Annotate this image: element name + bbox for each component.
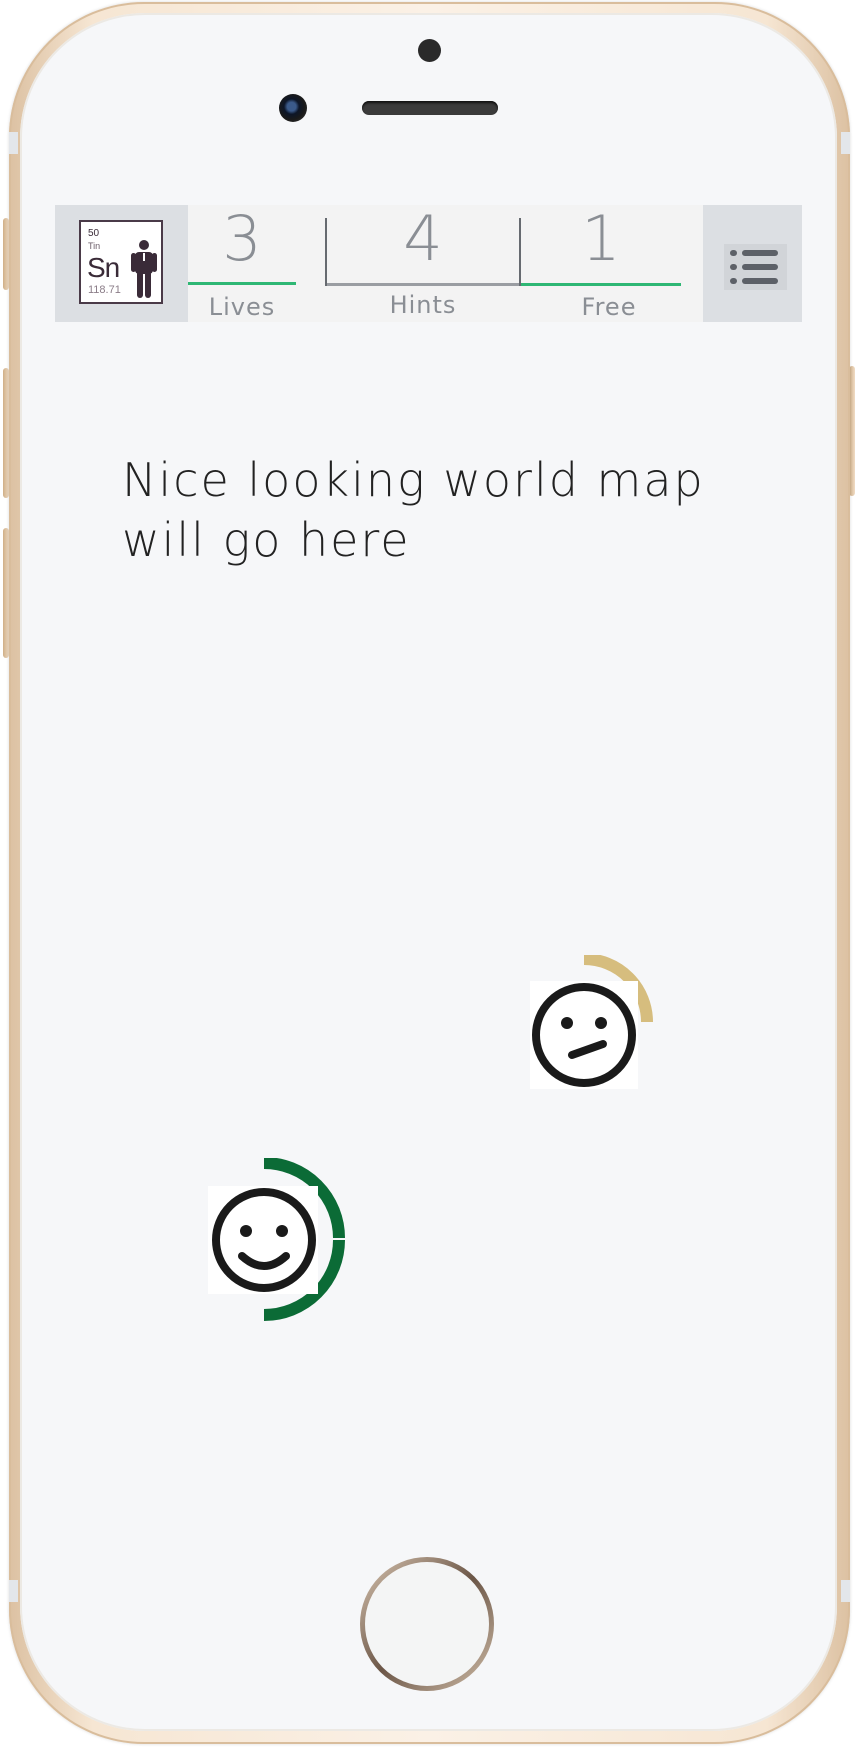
map-placeholder-line2: will go here [122,513,411,567]
logo-atomic-mass: 118.71 [88,284,121,296]
app-logo[interactable]: 50 Tin Sn 118.71 [79,220,163,304]
proximity-sensor [418,39,441,62]
phone-mockup: 50 Tin Sn 118.71 3 Lives 4 Hints 1 Free … [0,0,857,1747]
map-marker-neutral[interactable] [528,955,668,1095]
hints-stat[interactable]: 4 [326,208,520,270]
hints-value: 4 [403,202,443,275]
lives-bar [188,282,296,285]
logo-atomic-number: 50 [88,228,100,239]
antenna-band [9,132,18,154]
antenna-band [841,1580,850,1602]
lives-label: Lives [208,293,276,321]
hints-bar [327,283,520,286]
home-button-face [365,1562,489,1686]
free-bar [521,283,681,286]
map-marker-smiley[interactable] [206,1158,346,1323]
free-label: Free [581,293,637,321]
lives-stat[interactable]: 3 [188,208,296,270]
hints-label: Hints [389,291,457,319]
free-label-wrap: Free [521,294,697,320]
lives-label-wrap: Lives [188,294,296,320]
antenna-band [9,1580,18,1602]
free-stat[interactable]: 1 [521,208,681,270]
map-placeholder: Nice looking world map will go here [122,450,742,570]
person-icon [131,240,157,298]
logo-element-name: Tin [88,241,101,251]
logo-symbol: Sn [87,252,120,283]
hints-label-wrap: Hints [326,292,520,318]
map-placeholder-line1: Nice looking world map [122,453,705,507]
home-button[interactable] [360,1557,494,1691]
lives-value: 3 [222,202,262,275]
earpiece-speaker [362,101,498,115]
menu-button[interactable] [724,244,787,290]
front-camera [279,94,307,122]
free-value: 1 [581,202,621,275]
antenna-band [841,132,850,154]
